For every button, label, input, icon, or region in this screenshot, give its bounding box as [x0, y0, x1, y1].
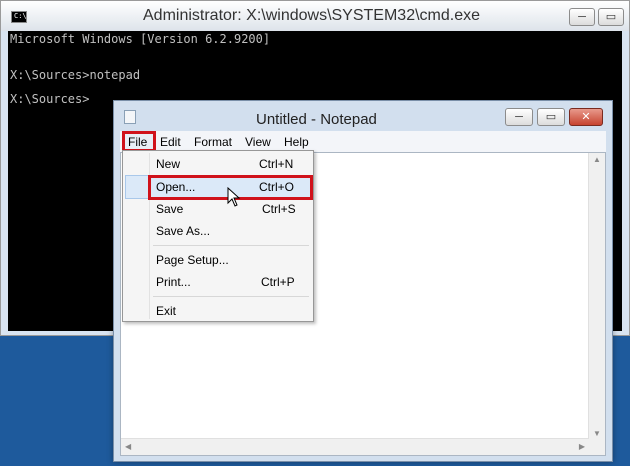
- menu-item-save[interactable]: Save Ctrl+S: [125, 198, 311, 220]
- menu-view[interactable]: View: [245, 135, 271, 149]
- menu-item-exit[interactable]: Exit: [125, 300, 311, 322]
- notepad-app-icon: [124, 110, 136, 124]
- menu-help[interactable]: Help: [284, 135, 309, 149]
- notepad-close-button[interactable]: ✕: [569, 108, 603, 126]
- scroll-left-icon[interactable]: ◀: [125, 442, 131, 451]
- menu-separator: [153, 245, 309, 246]
- menu-item-label: Print...: [156, 275, 191, 289]
- menu-format[interactable]: Format: [194, 135, 232, 149]
- menu-item-shortcut: Ctrl+N: [259, 157, 294, 171]
- console-line: X:\Sources>: [10, 92, 90, 106]
- menu-edit[interactable]: Edit: [160, 135, 181, 149]
- cmd-minimize-button[interactable]: ─: [569, 8, 595, 26]
- menu-item-label: Exit: [156, 304, 177, 318]
- maximize-icon: ▭: [605, 11, 617, 23]
- size-grip[interactable]: [589, 439, 605, 455]
- scroll-up-icon[interactable]: ▲: [593, 155, 601, 164]
- menu-bar: File Edit Format View Help: [120, 131, 606, 152]
- notepad-window-title: Untitled - Notepad: [256, 111, 377, 128]
- notepad-minimize-button[interactable]: ─: [505, 108, 533, 126]
- cmd-icon-text: C:\: [14, 12, 27, 20]
- menu-item-label: Page Setup...: [156, 253, 229, 267]
- console-line: Microsoft Windows [Version 6.2.9200]: [10, 32, 271, 46]
- menu-item-print[interactable]: Print... Ctrl+P: [125, 271, 311, 293]
- cmd-window-title: Administrator: X:\windows\SYSTEM32\cmd.e…: [143, 7, 481, 24]
- horizontal-scrollbar[interactable]: ◀ ▶: [121, 438, 589, 455]
- cmd-maximize-button[interactable]: ▭: [598, 8, 624, 26]
- menu-item-new[interactable]: New Ctrl+N: [125, 153, 311, 175]
- menu-item-save-as[interactable]: Save As...: [125, 220, 311, 242]
- scroll-down-icon[interactable]: ▼: [593, 429, 601, 438]
- menu-item-label: New: [156, 157, 181, 171]
- cmd-app-icon: C:\: [11, 11, 27, 23]
- minimize-icon: ─: [578, 11, 586, 23]
- cmd-title-bar[interactable]: C:\ Administrator: X:\windows\SYSTEM32\c…: [1, 1, 629, 31]
- menu-item-label: Save: [156, 202, 184, 216]
- console-line: X:\Sources>notepad: [10, 68, 141, 82]
- scroll-right-icon[interactable]: ▶: [579, 442, 585, 451]
- menu-separator: [153, 296, 309, 297]
- menu-item-label: Save As...: [156, 224, 211, 238]
- menu-item-shortcut: Ctrl+S: [262, 202, 296, 216]
- menu-item-page-setup[interactable]: Page Setup...: [125, 249, 311, 271]
- menu-file[interactable]: File: [128, 135, 147, 149]
- vertical-scrollbar[interactable]: ▲ ▼: [588, 153, 605, 440]
- minimize-icon: ─: [515, 111, 523, 123]
- maximize-icon: ▭: [545, 111, 557, 123]
- close-icon: ✕: [581, 111, 591, 123]
- mouse-pointer-icon: [227, 187, 241, 207]
- menu-item-shortcut: Ctrl+P: [261, 275, 295, 289]
- notepad-maximize-button[interactable]: ▭: [537, 108, 565, 126]
